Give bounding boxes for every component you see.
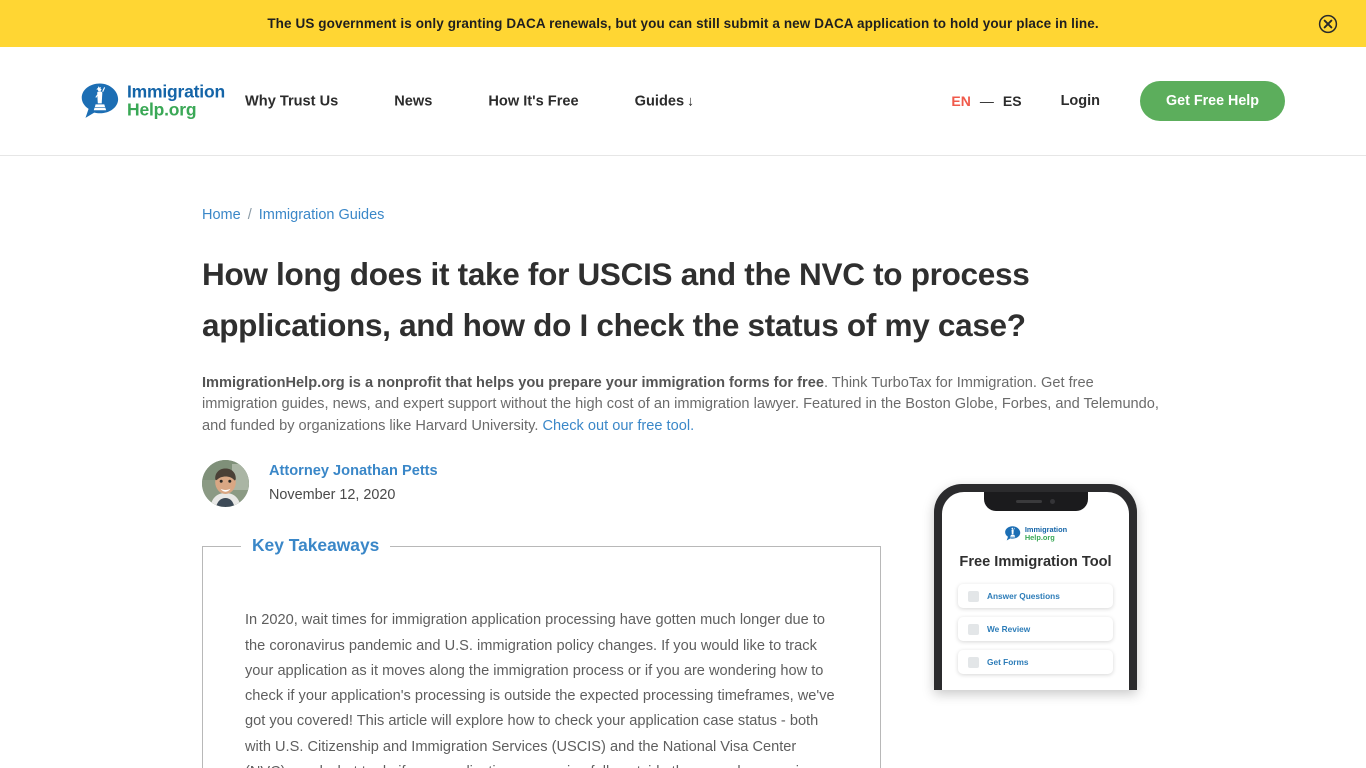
phone-step-answer-questions[interactable]: Answer Questions xyxy=(958,584,1113,608)
logo-line-1: Immigration xyxy=(127,81,225,102)
page-title: How long does it take for USCIS and the … xyxy=(202,256,1030,343)
nav-item-guides[interactable]: Guides ↓ xyxy=(635,93,694,110)
speech-bubble-statue-of-liberty-icon xyxy=(79,81,120,122)
nav-item-guides-label: Guides xyxy=(634,93,685,110)
logo-line-2: Help.org xyxy=(127,99,197,119)
breadcrumb-home[interactable]: Home xyxy=(202,207,241,223)
breadcrumb: Home / Immigration Guides xyxy=(202,207,1173,223)
author-meta: Attorney Jonathan Petts November 12, 202… xyxy=(269,462,438,505)
daca-alert-banner: The US government is only granting DACA … xyxy=(0,0,1366,47)
content-container: Home / Immigration Guides How long does … xyxy=(193,207,1173,768)
nav-item-news[interactable]: News xyxy=(394,93,432,109)
site-logo[interactable]: Immigration Help.org xyxy=(79,81,225,122)
intro-bold-lead: ImmigrationHelp.org is a nonprofit that … xyxy=(202,375,824,391)
site-header: Immigration Help.org Why Trust Us News H… xyxy=(0,47,1366,156)
nav-item-how-its-free[interactable]: How It's Free xyxy=(488,93,578,109)
key-takeaways-box: Key Takeaways In 2020, wait times for im… xyxy=(202,534,881,768)
phone-logo-line-2: Help.org xyxy=(1024,532,1055,542)
free-tool-link[interactable]: Check out our free tool. xyxy=(542,418,694,434)
alert-message: The US government is only granting DACA … xyxy=(267,16,1099,31)
key-takeaways-title: Key Takeaways xyxy=(241,534,391,556)
header-utilities: EN — ES Login Get Free Help xyxy=(951,81,1285,121)
phone-notch xyxy=(983,492,1088,511)
phone-heading: Free Immigration Tool xyxy=(959,554,1112,570)
logo-wordmark: Immigration Help.org xyxy=(127,81,225,119)
key-takeaways-body: In 2020, wait times for immigration appl… xyxy=(245,612,835,768)
circle-x-icon[interactable] xyxy=(1318,14,1338,34)
checkbox-icon xyxy=(968,656,979,668)
phone-speaker-icon xyxy=(1016,500,1042,503)
phone-logo: Immigration Help.org xyxy=(942,525,1129,542)
language-toggle-es[interactable]: ES xyxy=(1003,93,1022,109)
phone-step-label: We Review xyxy=(987,624,1031,634)
phone-step-label: Get Forms xyxy=(987,657,1029,667)
phone-camera-icon xyxy=(1050,499,1055,504)
login-link[interactable]: Login xyxy=(1061,93,1100,109)
breadcrumb-immigration-guides[interactable]: Immigration Guides xyxy=(259,207,385,223)
phone-mockup-promo: Immigration Help.org Free Immigration To… xyxy=(934,484,1137,690)
publish-date: November 12, 2020 xyxy=(269,486,396,503)
phone-step-we-review[interactable]: We Review xyxy=(958,617,1113,641)
phone-step-list: Answer Questions We Review Get Forms xyxy=(942,584,1129,674)
page-content: Home / Immigration Guides How long does … xyxy=(0,156,1366,768)
breadcrumb-separator: / xyxy=(247,207,252,223)
phone-step-label: Answer Questions xyxy=(987,591,1060,601)
phone-logo-wordmark: Immigration Help.org xyxy=(1024,525,1067,542)
phone-step-get-forms[interactable]: Get Forms xyxy=(958,650,1113,674)
language-toggle-en[interactable]: EN xyxy=(951,93,970,109)
nav-item-why-trust-us[interactable]: Why Trust Us xyxy=(245,93,338,109)
checkbox-icon xyxy=(968,590,979,602)
get-free-help-button[interactable]: Get Free Help xyxy=(1140,81,1285,121)
speech-bubble-statue-of-liberty-icon-small xyxy=(1004,525,1021,542)
intro-paragraph: ImmigrationHelp.org is a nonprofit that … xyxy=(202,373,1162,437)
phone-screen: Immigration Help.org Free Immigration To… xyxy=(942,492,1129,690)
main-navigation: Why Trust Us News How It's Free Guides ↓ xyxy=(245,93,694,110)
author-name-link[interactable]: Attorney Jonathan Petts xyxy=(269,462,438,482)
checkbox-icon xyxy=(968,623,979,635)
arrow-down-icon: ↓ xyxy=(687,92,695,109)
avatar xyxy=(202,459,249,507)
language-separator: — xyxy=(979,93,994,109)
